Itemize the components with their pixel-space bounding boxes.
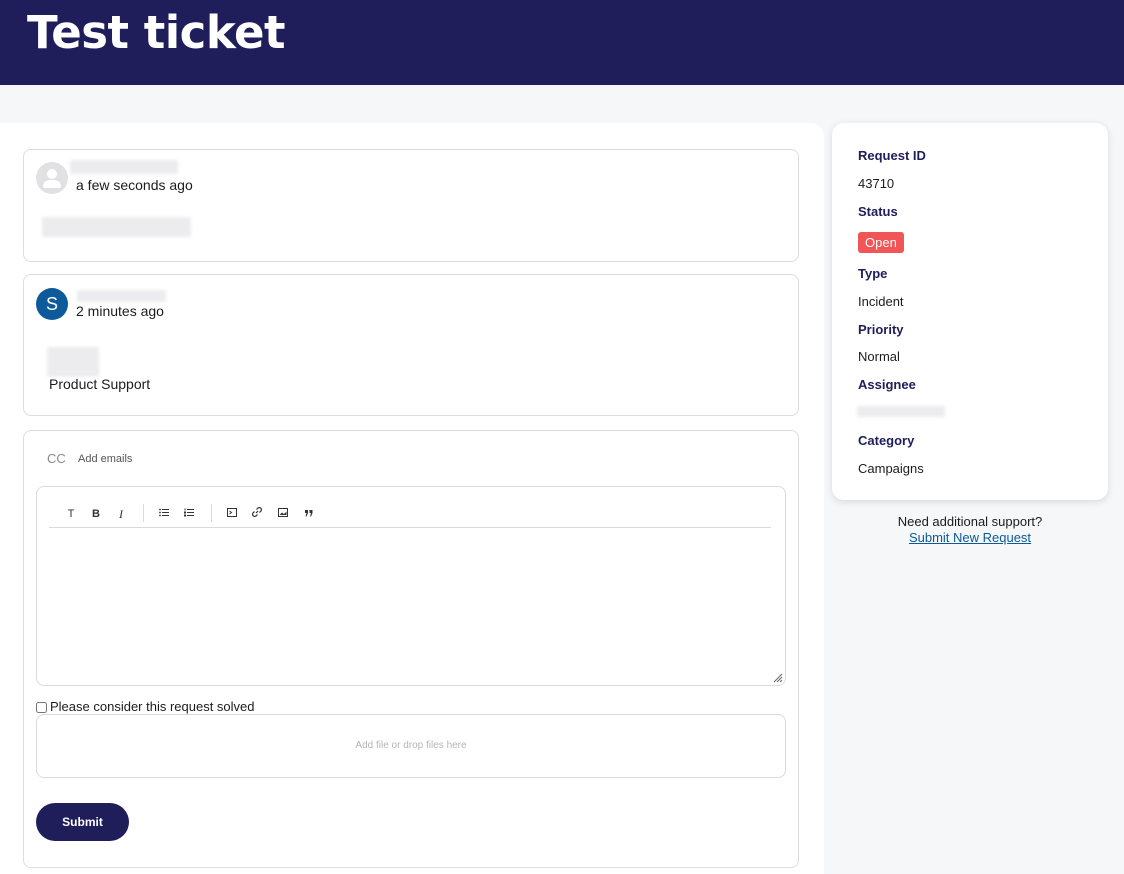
status-label: Status: [858, 204, 898, 219]
type-label: Type: [858, 266, 888, 281]
reply-form: CC T B I: [23, 430, 799, 868]
file-dropzone[interactable]: Add file or drop files here: [36, 714, 786, 778]
conversation-panel: a few seconds ago S 2 minutes ago Produc…: [0, 123, 824, 874]
quote-icon[interactable]: [301, 506, 317, 522]
category-label: Category: [858, 433, 915, 448]
priority-value: Normal: [858, 349, 900, 364]
redacted-comment-body: [47, 347, 99, 377]
cc-label: CC: [47, 451, 66, 466]
avatar: S: [36, 288, 68, 320]
type-value: Incident: [858, 294, 904, 309]
ticket-details-panel: Request ID 43710 Status Open Type Incide…: [832, 123, 1108, 500]
category-value: Campaigns: [858, 461, 924, 476]
link-icon[interactable]: [249, 506, 265, 522]
solved-checkbox[interactable]: [36, 702, 47, 713]
italic-button[interactable]: I: [113, 506, 129, 522]
submit-new-request-link[interactable]: Submit New Request: [832, 530, 1108, 545]
code-block-icon[interactable]: [224, 506, 240, 522]
assignee-label: Assignee: [858, 377, 916, 392]
numbered-list-icon[interactable]: [181, 506, 197, 522]
priority-label: Priority: [858, 322, 904, 337]
reply-editor[interactable]: T B I: [36, 486, 786, 686]
page-header: Test ticket: [0, 0, 1124, 85]
status-badge: Open: [858, 232, 904, 253]
support-prompt: Need additional support?: [897, 514, 1043, 529]
redacted-comment-body: [42, 217, 191, 237]
comment-organization: Product Support: [49, 376, 151, 392]
request-id-value: 43710: [858, 176, 895, 191]
comment-item: S 2 minutes ago Product Support: [23, 274, 799, 416]
comment-item: a few seconds ago: [23, 149, 799, 262]
redacted-author-name: [77, 290, 166, 302]
redacted-assignee-value: [857, 406, 945, 417]
redacted-author-name: [70, 160, 178, 174]
request-id-label: Request ID: [858, 148, 926, 163]
image-icon[interactable]: [275, 506, 291, 522]
editor-toolbar: T B I: [49, 501, 771, 528]
additional-support: Need additional support? Submit New Requ…: [832, 514, 1108, 545]
default-user-icon: [36, 162, 68, 194]
comment-timestamp: 2 minutes ago: [76, 303, 164, 319]
page-title: Test ticket: [27, 6, 286, 59]
resize-handle-icon[interactable]: [771, 671, 783, 683]
text-format-button[interactable]: T: [63, 506, 79, 522]
submit-button[interactable]: Submit: [36, 803, 129, 841]
bullet-list-icon[interactable]: [156, 506, 172, 522]
bold-button[interactable]: B: [88, 506, 104, 522]
comment-timestamp: a few seconds ago: [76, 177, 193, 193]
solved-label[interactable]: Please consider this request solved: [50, 699, 255, 714]
cc-email-input[interactable]: [78, 451, 378, 467]
